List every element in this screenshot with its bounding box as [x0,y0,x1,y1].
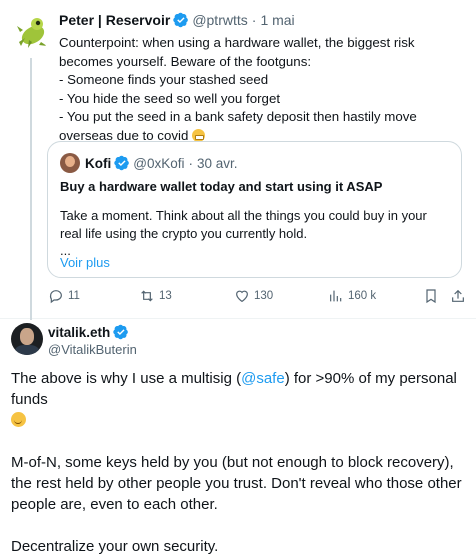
vitalik-avatar[interactable] [11,323,43,355]
retweet-count: 13 [159,290,172,302]
retweet-button[interactable]: 13 [139,288,172,304]
quoted-author-name: Kofi [85,155,112,171]
frog-avatar-icon [17,18,47,48]
verified-badge-icon [114,155,130,171]
quoted-tweet-body: Take a moment. Think about all the thing… [60,208,427,241]
paragraph-1-text: The above is why I use a multisig ( [11,370,242,387]
quoted-post-date: 30 avr. [196,155,238,171]
post-date[interactable]: 1 mai [260,12,294,28]
reply-count: 11 [68,290,80,302]
views-button[interactable]: 160 k [328,288,376,304]
author-name[interactable]: Peter | Reservoir [59,12,170,28]
peter-avatar[interactable] [11,12,51,52]
bookmark-icon [426,289,436,304]
views-chart-icon [330,290,342,302]
like-count: 130 [254,290,274,302]
quoted-tweet-title: Buy a hardware wallet today and start us… [60,179,383,194]
kofi-avatar [60,153,80,173]
quoted-tweet-card[interactable]: Kofi @0xKofi · 30 avr. Buy a hardware wa… [47,141,462,278]
quoted-reply-tweet[interactable]: Peter | Reservoir @ptrwtts · 1 mai Count… [0,0,476,320]
main-author-handle[interactable]: @VitalikButerin [48,342,137,357]
reply-text-content: Counterpoint: when using a hardware wall… [59,35,417,143]
reply-header: Peter | Reservoir @ptrwtts · 1 mai [59,12,295,28]
main-tweet: vitalik.eth @VitalikButerin The above is… [0,318,476,555]
bookmark-button[interactable] [423,288,443,304]
main-author-name[interactable]: vitalik.eth [48,325,110,340]
share-icon [452,289,464,302]
paragraph-2: M-of-N, some keys held by you (but not e… [11,454,462,513]
action-bar: 11 13 130 160 k [48,288,468,308]
reply-text: Counterpoint: when using a hardware wall… [59,34,464,145]
reply-icon [49,290,62,304]
quoted-author-handle: @0xKofi [133,155,185,171]
paragraph-3: Decentralize your own security. [11,538,219,555]
separator-dot: · [251,12,257,28]
see-more-link[interactable]: Voir plus [60,255,110,270]
separator-dot: · [188,155,193,171]
retweet-icon [141,290,153,302]
main-tweet-text: The above is why I use a multisig (@safe… [11,368,466,557]
reply-button[interactable]: 11 [48,288,80,304]
main-author-name-row: vitalik.eth [48,324,132,340]
grimacing-face-icon [192,128,206,142]
slightly-smiling-face-icon [11,412,26,427]
like-button[interactable]: 130 [234,288,273,304]
paragraph-1: The above is why I use a multisig (@safe… [11,368,466,431]
views-count: 160 k [348,290,377,302]
verified-badge-icon [113,324,129,340]
verified-badge-icon [173,12,189,28]
heart-icon [236,290,248,303]
author-handle[interactable]: @ptrwtts [192,12,247,28]
share-button[interactable] [450,288,470,304]
quoted-tweet-header: Kofi @0xKofi · 30 avr. [60,153,238,173]
thread-connector-line [30,58,32,320]
mention-link[interactable]: @safe [241,370,285,387]
